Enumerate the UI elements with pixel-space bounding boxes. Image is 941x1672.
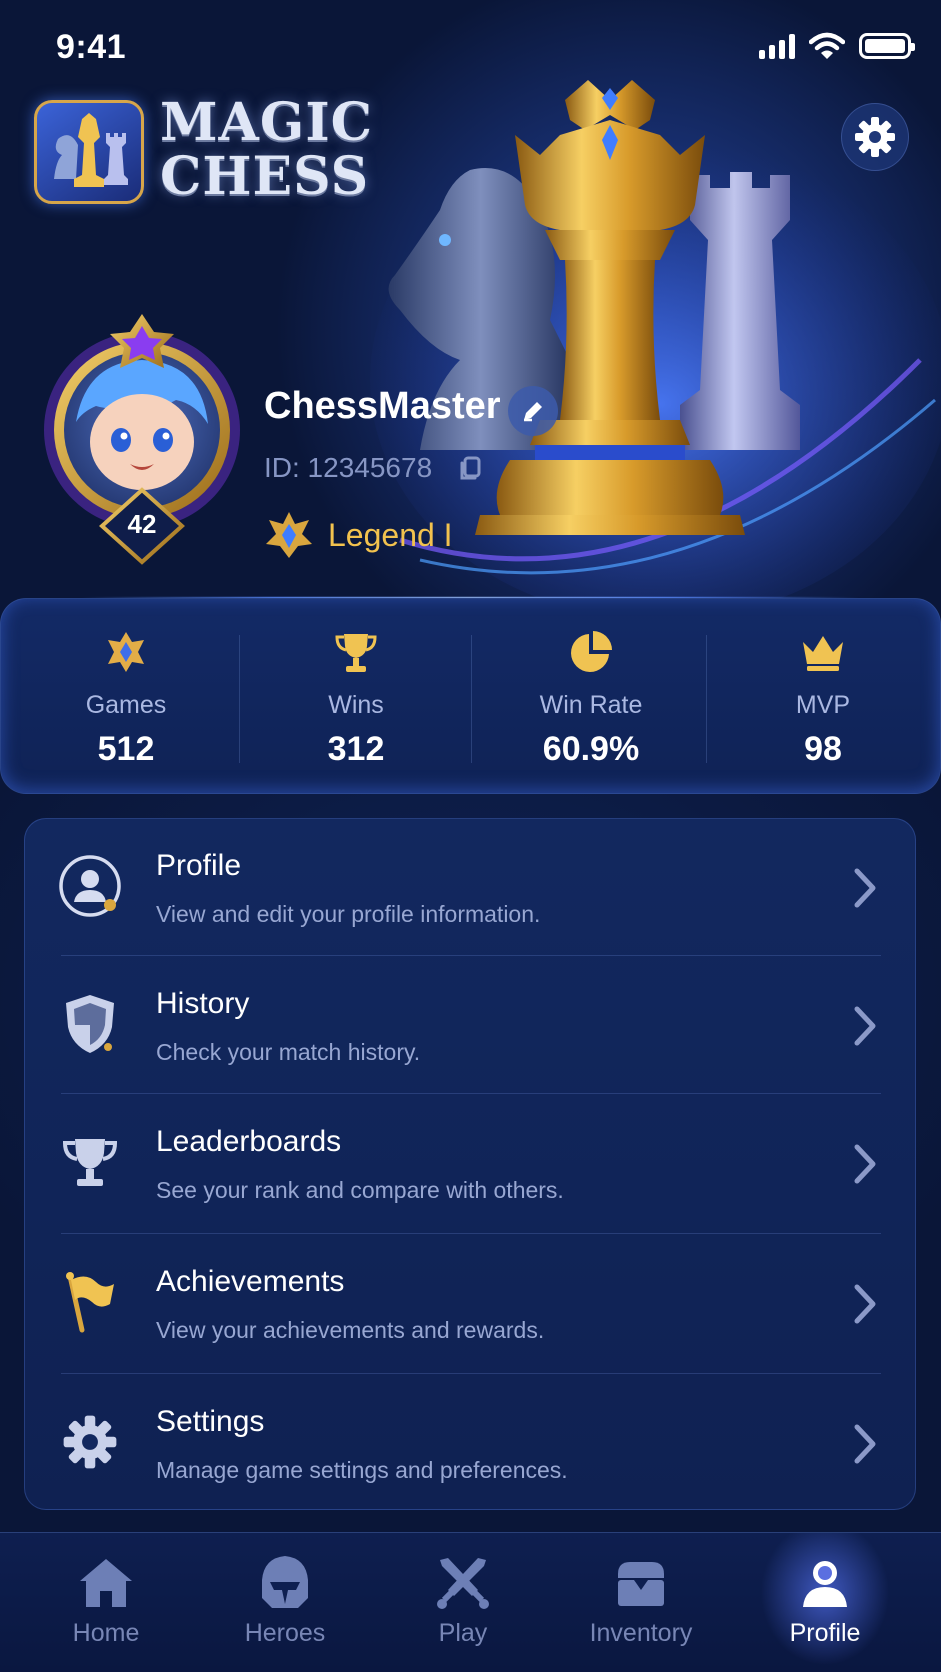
nav-label: Heroes bbox=[244, 1619, 326, 1647]
rank-label: Legend I bbox=[328, 516, 453, 553]
shield-icon bbox=[66, 995, 114, 1053]
stat-value: 512 bbox=[97, 730, 155, 768]
chevron-right-icon bbox=[854, 1424, 876, 1464]
rank-emblem-icon bbox=[266, 512, 312, 558]
app-title-line2: CHESS bbox=[160, 146, 370, 207]
stat-mvp: MVP 98 bbox=[743, 599, 903, 795]
menu-item-title: Leaderboards bbox=[156, 1125, 342, 1158]
trophy-cup-icon bbox=[62, 1139, 118, 1186]
app-title: MAGIC CHESS bbox=[160, 96, 373, 204]
nav-inventory[interactable]: Inventory bbox=[556, 1533, 726, 1672]
chess-pieces-logo-icon bbox=[54, 113, 128, 187]
nav-profile[interactable]: Profile bbox=[740, 1533, 910, 1672]
nav-heroes[interactable]: Heroes bbox=[200, 1533, 370, 1672]
menu-item-subtitle: Check your match history. bbox=[156, 1039, 421, 1065]
menu-item-subtitle: Manage game settings and preferences. bbox=[156, 1457, 568, 1483]
menu-item-profile[interactable]: Profile View and edit your profile infor… bbox=[25, 819, 917, 957]
rank-row: Legend I bbox=[264, 510, 453, 560]
battery-icon bbox=[859, 33, 915, 59]
copy-icon[interactable] bbox=[458, 454, 486, 482]
edit-name-button[interactable] bbox=[508, 386, 558, 436]
trophy-icon bbox=[335, 634, 377, 672]
stat-wins: Wins 312 bbox=[276, 599, 436, 795]
chevron-right-icon bbox=[854, 868, 876, 908]
app-logo bbox=[34, 100, 144, 204]
cellular-signal-icon bbox=[759, 33, 795, 59]
profile-screen: 9:41 MAGIC CHESS 42 ChessMaster ID: 1234… bbox=[0, 0, 941, 1672]
stat-value: 312 bbox=[327, 730, 385, 768]
nav-label: Profile bbox=[789, 1619, 861, 1647]
menu-item-title: History bbox=[156, 987, 250, 1020]
chest-icon bbox=[618, 1562, 664, 1606]
player-id: ID: 12345678 bbox=[264, 452, 433, 483]
stats-card: Games 512 Wins 312 Win Rate 60.9% MVP 98 bbox=[0, 598, 941, 794]
crossed-swords-icon bbox=[437, 1558, 489, 1609]
menu-item-history[interactable]: History Check your match history. bbox=[25, 957, 917, 1095]
nav-label: Inventory bbox=[589, 1619, 693, 1647]
menu-item-subtitle: View and edit your profile information. bbox=[156, 901, 541, 927]
user-circle-icon bbox=[59, 855, 121, 917]
crown-icon bbox=[803, 636, 843, 671]
user-icon bbox=[803, 1561, 847, 1607]
menu-item-subtitle: View your achievements and rewards. bbox=[156, 1317, 545, 1343]
settings-button[interactable] bbox=[841, 103, 909, 171]
diamond-emblem-icon bbox=[108, 632, 144, 672]
chevron-right-icon bbox=[854, 1144, 876, 1184]
stat-value: 98 bbox=[804, 730, 842, 768]
menu-item-title: Settings bbox=[156, 1405, 265, 1438]
stat-label: Games bbox=[85, 691, 167, 719]
bottom-nav: Home Heroes Play Inventory Profile bbox=[0, 1532, 941, 1672]
pie-chart-icon bbox=[571, 631, 612, 672]
stat-label: Wins bbox=[328, 691, 384, 719]
menu-card: Profile View and edit your profile infor… bbox=[24, 818, 916, 1510]
helmet-icon bbox=[262, 1556, 308, 1608]
gear-icon bbox=[63, 1415, 117, 1469]
menu-item-achievements[interactable]: Achievements View your achievements and … bbox=[25, 1235, 917, 1373]
stat-label: MVP bbox=[795, 691, 851, 719]
nav-play[interactable]: Play bbox=[378, 1533, 548, 1672]
stat-label: Win Rate bbox=[539, 691, 643, 719]
wifi-icon bbox=[809, 32, 845, 59]
nav-label: Home bbox=[72, 1619, 140, 1647]
status-time: 9:41 bbox=[56, 28, 127, 66]
status-icons bbox=[759, 32, 915, 60]
nav-home[interactable]: Home bbox=[21, 1533, 191, 1672]
player-avatar[interactable]: 42 bbox=[36, 312, 248, 572]
player-name: ChessMaster bbox=[264, 385, 501, 427]
menu-item-leaderboards[interactable]: Leaderboards See your rank and compare w… bbox=[25, 1095, 917, 1233]
home-icon bbox=[80, 1559, 132, 1607]
menu-item-title: Achievements bbox=[156, 1265, 345, 1298]
app-title-line1: MAGIC bbox=[160, 92, 374, 153]
gear-icon bbox=[855, 117, 895, 157]
nav-label: Play bbox=[438, 1619, 488, 1647]
player-level: 42 bbox=[127, 509, 157, 539]
chevron-right-icon bbox=[854, 1006, 876, 1046]
stat-games: Games 512 bbox=[46, 599, 206, 795]
pencil-icon bbox=[524, 402, 542, 422]
menu-item-subtitle: See your rank and compare with others. bbox=[156, 1177, 564, 1203]
menu-item-settings[interactable]: Settings Manage game settings and prefer… bbox=[25, 1375, 917, 1513]
stat-win-rate: Win Rate 60.9% bbox=[511, 599, 671, 795]
stat-value: 60.9% bbox=[542, 730, 640, 768]
menu-item-title: Profile bbox=[156, 849, 242, 882]
flag-icon bbox=[66, 1272, 114, 1333]
chevron-right-icon bbox=[854, 1284, 876, 1324]
